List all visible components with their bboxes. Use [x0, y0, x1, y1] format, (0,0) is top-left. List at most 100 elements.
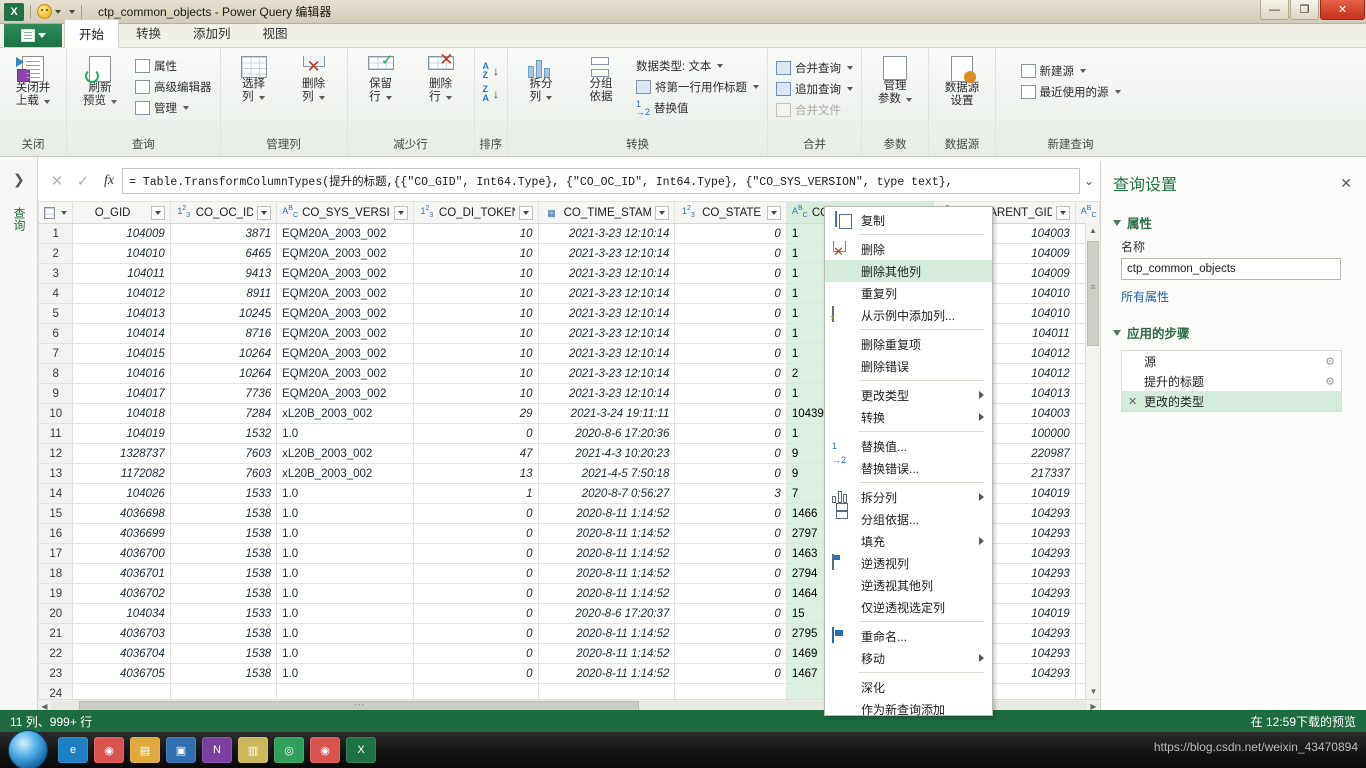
cell-co-oc-id[interactable]: 1533 [169, 483, 278, 504]
cell-co-oc-id[interactable]: 9413 [169, 263, 278, 284]
cell-co-sys-version[interactable]: EQM20A_2003_002 [276, 363, 414, 384]
cell-co-sys-version[interactable]: EQM20A_2003_002 [276, 303, 414, 324]
applied-steps-section-header[interactable]: 应用的步骤 [1113, 323, 1354, 342]
cell-co-time-stamp[interactable]: 2021-3-23 12:10:14 [537, 283, 676, 304]
filter-button-co-sys-version[interactable] [393, 205, 408, 220]
chevron-right-icon[interactable]: ❯ [13, 171, 25, 188]
cell-co-state[interactable]: 0 [674, 363, 787, 384]
cell-co-oc-id[interactable]: 10264 [169, 363, 278, 384]
cell-co-di-token[interactable]: 0 [412, 503, 539, 524]
row-number-cell[interactable]: 17 [37, 543, 74, 564]
context-menu-item-8[interactable]: 转换 [825, 406, 992, 428]
cell-co-sys-version[interactable]: 1.0 [276, 523, 414, 544]
cell-co-sys-version[interactable]: 1.0 [276, 663, 414, 684]
context-menu-item-5[interactable]: 删除重复项 [825, 333, 992, 355]
close-and-load-button[interactable]: 关闭并 上载 [4, 53, 62, 111]
context-menu-item-11[interactable]: 拆分列 [825, 486, 992, 508]
cell-co-di-token[interactable]: 1 [412, 483, 539, 504]
remove-rows-button[interactable]: ✕ 删除 行 [412, 51, 470, 107]
cell-co-time-stamp[interactable]: 2020-8-7 0:56:27 [537, 483, 676, 504]
cell-co-time-stamp[interactable]: 2021-3-23 12:10:14 [537, 323, 676, 344]
context-menu-item-14[interactable]: 逆透视列 [825, 552, 992, 574]
queries-pane-collapsed[interactable]: ❯ 查询 [0, 157, 38, 710]
row-number-cell[interactable]: 3 [37, 263, 74, 284]
data-type-button[interactable]: 数据类型: 文本 [632, 55, 763, 76]
cell-co-time-stamp[interactable]: 2020-8-11 1:14:52 [537, 583, 676, 604]
cell-co-time-stamp[interactable]: 2020-8-11 1:14:52 [537, 643, 676, 664]
cell-co-sys-version[interactable]: 1.0 [276, 503, 414, 524]
cell-co-di-token[interactable]: 0 [412, 523, 539, 544]
cell-co-state[interactable]: 0 [674, 423, 787, 444]
split-column-button[interactable]: 拆分 列 [512, 53, 570, 107]
step-settings-gear-icon[interactable]: ⚙ [1325, 355, 1335, 368]
cell-co-state[interactable]: 0 [674, 283, 787, 304]
data-source-settings-button[interactable]: 数据源 设置 [933, 53, 991, 111]
close-icon[interactable]: ✕ [1340, 175, 1352, 192]
filter-button-co-oc-id[interactable] [257, 205, 272, 220]
context-menu-item-3[interactable]: 重复列 [825, 282, 992, 304]
search-icon[interactable]: ◎ [274, 737, 304, 763]
context-menu-item-17[interactable]: 重命名... [825, 625, 992, 647]
cell-co-state[interactable]: 0 [674, 463, 787, 484]
cell-co-oc-id[interactable]: 8911 [169, 283, 278, 304]
filter-button-co-state[interactable] [766, 205, 781, 220]
cell-co-sys-version[interactable]: xL20B_2003_002 [276, 463, 414, 484]
cell-co-di-token[interactable]: 10 [412, 263, 539, 284]
cell-co-time-stamp[interactable]: 2020-8-11 1:14:52 [537, 543, 676, 564]
context-menu-item-1[interactable]: 删除 [825, 238, 992, 260]
formula-expand-icon[interactable]: ⌄ [1084, 174, 1094, 188]
cell-co-oc-id[interactable]: 1538 [169, 663, 278, 684]
cell-co-state[interactable]: 0 [674, 443, 787, 464]
cell-co-oc-id[interactable]: 1538 [169, 543, 278, 564]
row-number-cell[interactable]: 10 [37, 403, 74, 424]
cell-co-oc-id[interactable]: 1538 [169, 623, 278, 644]
replace-values-button[interactable]: 1 →2 替换值 [632, 97, 763, 118]
row-number-cell[interactable]: 18 [37, 563, 74, 584]
row-number-cell[interactable]: 16 [37, 523, 74, 544]
cell-co-di-token[interactable]: 0 [412, 563, 539, 584]
cell-co-di-token[interactable]: 0 [412, 643, 539, 664]
cell-o-gid[interactable]: 4036705 [72, 663, 171, 684]
row-number-cell[interactable]: 5 [37, 303, 74, 324]
cell-co-oc-id[interactable]: 1538 [169, 583, 278, 604]
cell-co-di-token[interactable]: 0 [412, 583, 539, 604]
cell-co-time-stamp[interactable]: 2020-8-11 1:14:52 [537, 523, 676, 544]
cell-co-sys-version[interactable]: EQM20A_2003_002 [276, 383, 414, 404]
cell-o-gid[interactable]: 4036704 [72, 643, 171, 664]
cell-co-state[interactable]: 0 [674, 303, 787, 324]
row-number-cell[interactable]: 21 [37, 623, 74, 644]
cell-co-oc-id[interactable]: 10245 [169, 303, 278, 324]
cell-co-di-token[interactable]: 10 [412, 223, 539, 244]
column-context-menu[interactable]: 复制删除删除其他列重复列从示例中添加列... 删除重复项删除错误更改类型转换 1→2… [824, 206, 993, 717]
cell-o-gid[interactable]: 104026 [72, 483, 171, 504]
properties-section-header[interactable]: 属性 [1113, 213, 1354, 232]
cell-co-di-token[interactable]: 10 [412, 303, 539, 324]
cell-o-gid[interactable]: 4036699 [72, 523, 171, 544]
cell-co-di-token[interactable]: 0 [412, 623, 539, 644]
cell-co-di-token[interactable]: 0 [412, 423, 539, 444]
cell-co-oc-id[interactable]: 10264 [169, 343, 278, 364]
cell-co-oc-id[interactable]: 7603 [169, 443, 278, 464]
cell-co-state[interactable]: 0 [674, 343, 787, 364]
cell-co-di-token[interactable]: 10 [412, 283, 539, 304]
keep-rows-button[interactable]: ✓ 保留 行 [352, 53, 410, 107]
cell-co-state[interactable]: 0 [674, 623, 787, 644]
cell-co-sys-version[interactable]: EQM20A_2003_002 [276, 323, 414, 344]
folder-icon[interactable]: ▤ [130, 737, 160, 763]
cell-co-sys-version[interactable]: EQM20A_2003_002 [276, 223, 414, 244]
cell-co-state[interactable]: 0 [674, 583, 787, 604]
context-menu-item-7[interactable]: 更改类型 [825, 384, 992, 406]
row-number-cell[interactable]: 15 [37, 503, 74, 524]
file-menu-button[interactable] [4, 24, 62, 47]
cell-co-sys-version[interactable]: EQM20A_2003_002 [276, 283, 414, 304]
query-name-input[interactable]: ctp_common_objects [1121, 258, 1341, 280]
quick-access-caret-icon[interactable] [69, 9, 75, 14]
context-menu-item-15[interactable]: 逆透视其他列 [825, 574, 992, 596]
row-number-header[interactable] [37, 201, 74, 224]
new-source-button[interactable]: 新建源 [1017, 60, 1125, 81]
context-menu-item-20[interactable]: 作为新查询添加 [825, 698, 992, 720]
cell-co-di-token[interactable]: 10 [412, 243, 539, 264]
context-menu-item-10[interactable]: 替换错误... [825, 457, 992, 479]
cell-co-oc-id[interactable]: 1538 [169, 563, 278, 584]
cell-co-sys-version[interactable]: EQM20A_2003_002 [276, 343, 414, 364]
